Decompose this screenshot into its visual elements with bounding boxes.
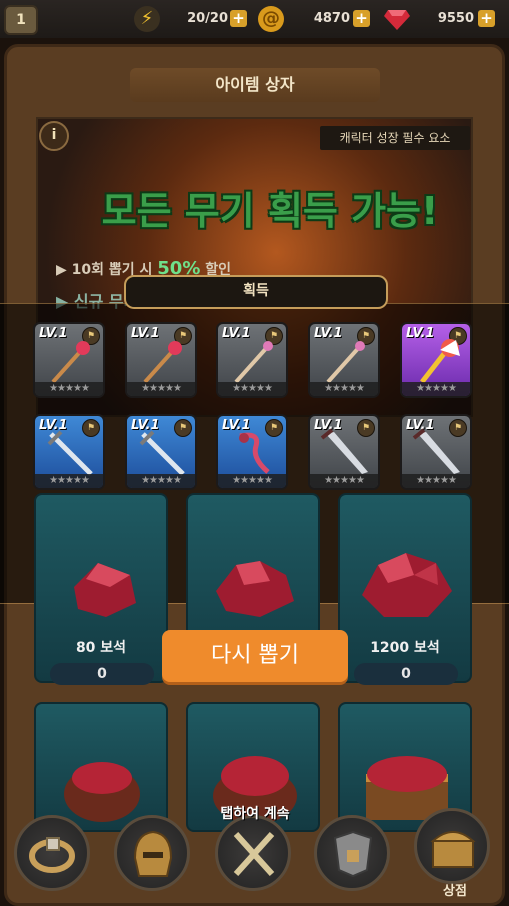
coin-value: 4870 (313, 11, 350, 26)
ruby-pile-large-icon (362, 553, 452, 617)
star-rating: ★★★★★ (402, 474, 470, 488)
gem-card-1200[interactable]: 1200 보석 0 (338, 493, 472, 685)
star-rating: ★★★★★ (310, 474, 378, 488)
nav-shop[interactable] (414, 808, 490, 884)
crossed-swords-icon (233, 831, 275, 877)
bullet-icon: ▶ (56, 262, 72, 278)
gem-card-row2-1[interactable] (34, 702, 168, 832)
gem-icon (384, 8, 410, 34)
draw-again-button[interactable]: 다시 뽑기 (162, 630, 348, 682)
shop-label: 상점 (443, 884, 467, 899)
gem-card-price: 0 (354, 663, 458, 685)
star-rating: ★★★★★ (402, 382, 470, 396)
star-rating: ★★★★★ (127, 474, 195, 488)
banner-subtitle: 캐릭터 성장 필수 요소 (320, 126, 470, 150)
star-rating: ★★★★★ (218, 474, 286, 488)
ring-icon (29, 837, 75, 873)
ruby-pile-small-icon (74, 563, 136, 617)
nav-helmet[interactable] (114, 815, 190, 891)
item-tile[interactable]: LV.1 ⚑ ★★★★★ (216, 414, 288, 490)
coin-plus-button[interactable]: + (353, 10, 370, 27)
item-tile[interactable]: LV.1 ⚑ ★★★★★ (33, 414, 105, 490)
item-tile[interactable]: LV.1 ⚑ ★★★★★ (308, 414, 380, 490)
acquired-banner: 획득 (124, 275, 388, 309)
coin-icon: @ (258, 6, 284, 32)
ruby-pile-medium-icon (216, 561, 294, 617)
info-icon[interactable]: i (39, 121, 69, 151)
player-level-badge[interactable]: 1 (4, 5, 38, 35)
star-rating: ★★★★★ (35, 474, 103, 488)
energy-value: 20/20 (187, 11, 228, 26)
star-rating: ★★★★★ (35, 382, 103, 396)
item-tile[interactable]: LV.1 ⚑ ★★★★★ (308, 322, 380, 398)
item-tile[interactable]: LV.1 ⚑ ★★★★★ (400, 414, 472, 490)
star-rating: ★★★★★ (310, 382, 378, 396)
star-rating: ★★★★★ (127, 382, 195, 396)
gem-card-label: 1200 보석 (370, 640, 440, 656)
treasure-chest-icon (430, 831, 476, 868)
item-tile[interactable]: LV.1 ⚑ ★★★★★ (400, 322, 472, 398)
energy-plus-button[interactable]: + (230, 10, 247, 27)
energy-icon: ⚡ (134, 6, 160, 32)
banner-headline: 모든 무기 획득 가능! (101, 189, 439, 233)
gem-card-label: 80 보석 (75, 640, 127, 656)
nav-accessory[interactable] (14, 815, 90, 891)
armor-lock-icon (333, 830, 373, 878)
nav-armor[interactable] (314, 815, 390, 891)
nav-weapon[interactable] (215, 815, 291, 891)
helmet-icon (133, 830, 173, 877)
item-tile[interactable]: LV.1 ⚑ ★★★★★ (33, 322, 105, 398)
gem-card-80[interactable]: 80 보석 0 (34, 493, 168, 685)
gem-card-price: 0 (50, 663, 154, 685)
panel-title: 아이템 상자 (130, 68, 380, 102)
item-tile[interactable]: LV.1 ⚑ ★★★★★ (125, 322, 197, 398)
ruby-sack-icon (64, 762, 140, 822)
gem-plus-button[interactable]: + (478, 10, 495, 27)
star-rating: ★★★★★ (218, 382, 286, 396)
item-tile[interactable]: LV.1 ⚑ ★★★★★ (216, 322, 288, 398)
gem-value: 9550 (437, 11, 474, 26)
tap-to-continue-text: 탭하여 계속 (220, 806, 290, 822)
item-tile[interactable]: LV.1 ⚑ ★★★★★ (125, 414, 197, 490)
